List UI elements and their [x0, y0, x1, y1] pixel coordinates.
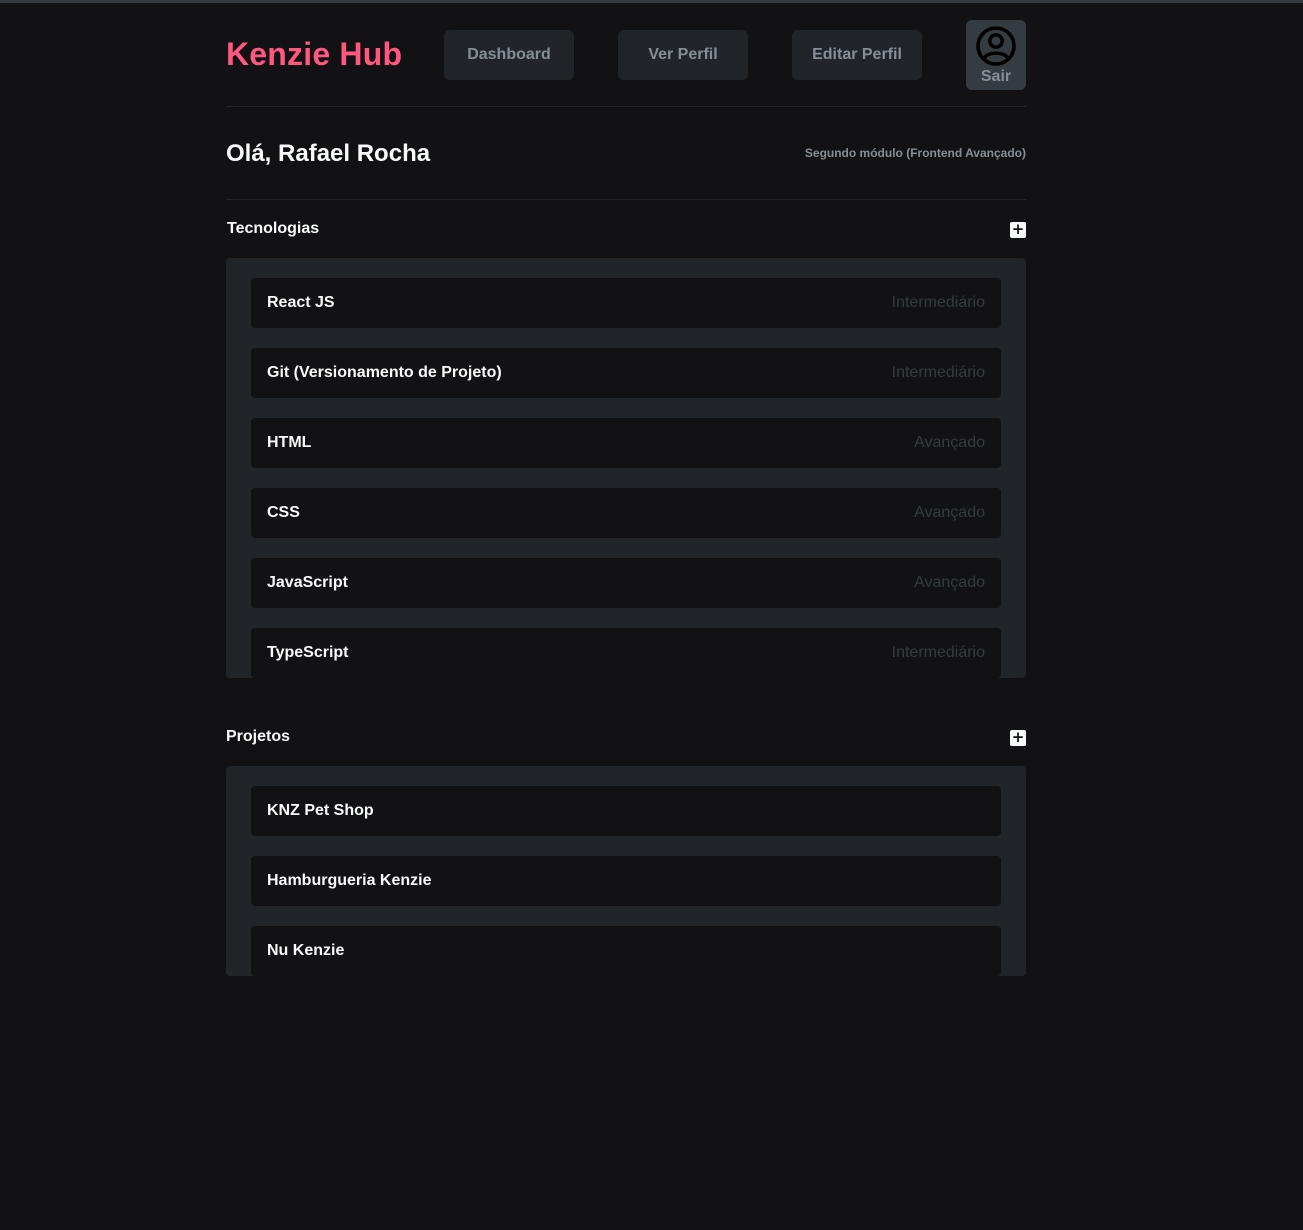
- technology-name: HTML: [267, 434, 312, 451]
- technology-name: Git (Versionamento de Projeto): [267, 364, 502, 381]
- project-item[interactable]: Nu Kenzie: [251, 926, 1001, 976]
- projects-header: Projetos +: [226, 708, 1026, 766]
- add-technology-button[interactable]: +: [1010, 222, 1026, 238]
- technologies-header: Tecnologias +: [226, 200, 1026, 258]
- greeting-title: Olá, Rafael Rocha: [226, 140, 431, 167]
- project-name: Nu Kenzie: [267, 942, 345, 959]
- view-profile-button[interactable]: Ver Perfil: [618, 30, 748, 80]
- technology-level: Intermediário: [891, 294, 985, 311]
- technologies-list: React JS Intermediário Git (Versionament…: [226, 258, 1026, 678]
- technology-name: JavaScript: [267, 574, 348, 591]
- technology-level: Avançado: [914, 574, 985, 591]
- project-name: KNZ Pet Shop: [267, 802, 374, 819]
- technology-item[interactable]: CSS Avançado: [251, 488, 1001, 538]
- technology-level: Intermediário: [891, 644, 985, 661]
- projects-list: KNZ Pet Shop Hamburgueria Kenzie Nu Kenz…: [226, 766, 1026, 976]
- plus-icon: +: [1011, 220, 1025, 238]
- user-circle-icon: [975, 25, 1017, 67]
- projects-section: Projetos + KNZ Pet Shop Hamburgueria Ken…: [226, 708, 1026, 976]
- technologies-title: Tecnologias: [227, 220, 320, 237]
- technology-item[interactable]: HTML Avançado: [251, 418, 1001, 468]
- technology-item[interactable]: Git (Versionamento de Projeto) Intermedi…: [251, 348, 1001, 398]
- technology-name: TypeScript: [267, 644, 349, 661]
- technology-item[interactable]: TypeScript Intermediário: [251, 628, 1001, 678]
- brand-logo: Kenzie Hub: [226, 36, 403, 72]
- technology-level: Avançado: [914, 504, 985, 521]
- dashboard-button[interactable]: Dashboard: [444, 30, 574, 80]
- technologies-section: Tecnologias + React JS Intermediário Git…: [226, 200, 1026, 678]
- technology-level: Intermediário: [891, 364, 985, 381]
- logout-button[interactable]: Sair: [966, 20, 1026, 90]
- plus-icon: +: [1011, 728, 1025, 746]
- technology-name: React JS: [267, 294, 335, 311]
- technology-name: CSS: [267, 504, 300, 521]
- add-project-button[interactable]: +: [1010, 730, 1026, 746]
- edit-profile-button[interactable]: Editar Perfil: [792, 30, 922, 80]
- project-item[interactable]: KNZ Pet Shop: [251, 786, 1001, 836]
- project-name: Hamburgueria Kenzie: [267, 872, 432, 889]
- greeting-section: Olá, Rafael Rocha Segundo módulo (Fronte…: [226, 107, 1026, 200]
- project-item[interactable]: Hamburgueria Kenzie: [251, 856, 1001, 906]
- main-container: Kenzie Hub Dashboard Ver Perfil Editar P…: [226, 0, 1026, 996]
- technology-level: Avançado: [914, 434, 985, 451]
- technology-item[interactable]: React JS Intermediário: [251, 278, 1001, 328]
- projects-title: Projetos: [226, 728, 291, 745]
- logout-label: Sair: [980, 68, 1012, 85]
- header: Kenzie Hub Dashboard Ver Perfil Editar P…: [226, 0, 1026, 107]
- course-module: Segundo módulo (Frontend Avançado): [804, 146, 1026, 160]
- technology-item[interactable]: JavaScript Avançado: [251, 558, 1001, 608]
